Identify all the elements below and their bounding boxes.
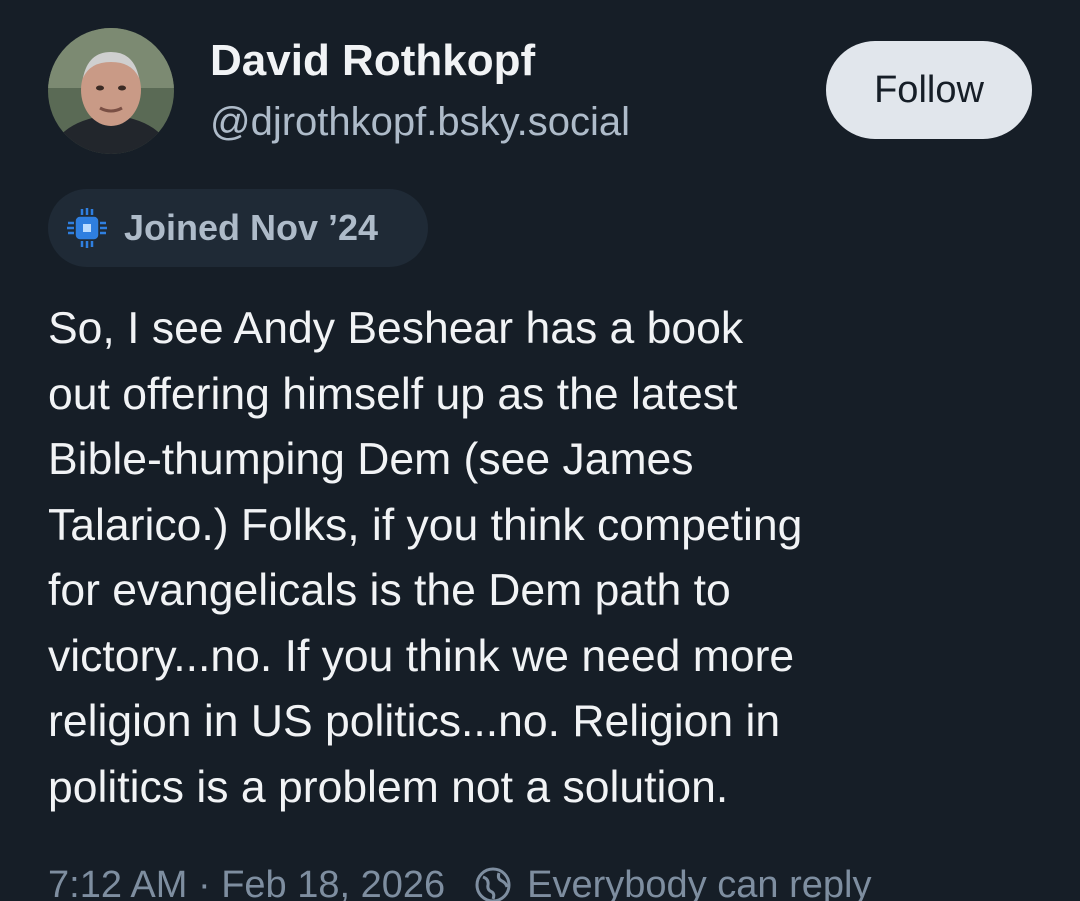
new-member-badge-icon bbox=[64, 205, 110, 251]
post-line: out offering himself up as the latest bbox=[48, 369, 738, 419]
reply-setting-text[interactable]: Everybody can reply bbox=[527, 864, 871, 901]
author-avatar[interactable] bbox=[48, 28, 174, 154]
follow-button[interactable]: Follow bbox=[826, 41, 1032, 139]
post-line: religion in US politics...no. Religion i… bbox=[48, 697, 781, 746]
post-line: Bible-thumping Dem (see James bbox=[48, 435, 694, 484]
post-line: So, I see Andy Beshear has a book bbox=[48, 304, 744, 353]
post-body: So, I see Andy Beshear has a book out of… bbox=[48, 296, 1048, 820]
post-line: for evangelicals is the Dem path to bbox=[48, 566, 731, 615]
author-handle[interactable]: @djrothkopf.bsky.social bbox=[210, 100, 630, 145]
post-line: victory...no. If you think we need more bbox=[48, 631, 795, 681]
avatar-photo bbox=[48, 28, 174, 154]
post-timestamp: 7:12 AM · Feb 18, 2026 bbox=[48, 863, 446, 901]
post-meta: 7:12 AM · Feb 18, 2026 Everybody can rep… bbox=[48, 860, 871, 901]
globe-icon bbox=[473, 865, 513, 901]
author-display-name[interactable]: David Rothkopf bbox=[210, 36, 535, 86]
joined-date-text: Joined Nov ’24 bbox=[124, 207, 379, 248]
post-line: Talarico.) Folks, if you think competing bbox=[48, 500, 803, 550]
joined-badge: Joined Nov ’24 bbox=[48, 189, 428, 267]
post-line: politics is a problem not a solution. bbox=[48, 762, 729, 812]
